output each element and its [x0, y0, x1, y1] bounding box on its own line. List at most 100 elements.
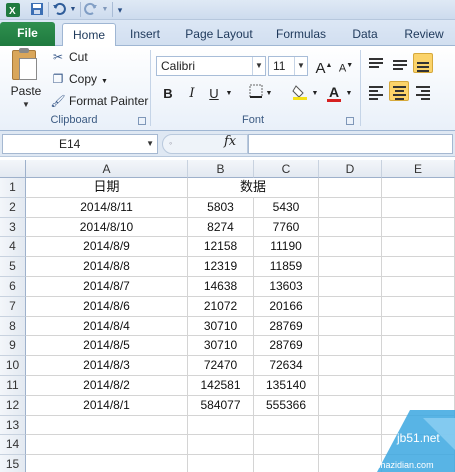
- cell-d10[interactable]: [319, 356, 382, 376]
- fill-color-dropdown-icon[interactable]: ▼: [310, 84, 320, 104]
- row-header-4[interactable]: 4: [0, 237, 26, 258]
- row-header-5[interactable]: 5: [0, 257, 26, 277]
- cell-d12[interactable]: [319, 395, 382, 416]
- tab-page-layout[interactable]: Page Layout: [180, 23, 258, 46]
- align-middle-icon[interactable]: [390, 54, 410, 74]
- underline-dropdown-icon[interactable]: ▼: [224, 84, 234, 104]
- row-header-7[interactable]: 7: [0, 296, 26, 317]
- cell-d2[interactable]: [319, 197, 382, 218]
- column-header-d[interactable]: D: [319, 160, 382, 178]
- copy-dropdown-icon[interactable]: ▼: [101, 78, 108, 85]
- cell-d5[interactable]: [319, 257, 382, 277]
- cell-c2[interactable]: 5430: [254, 197, 319, 218]
- cell-a2[interactable]: 2014/8/11: [26, 197, 188, 218]
- cell-c3[interactable]: 7760: [254, 217, 319, 238]
- cell-b11[interactable]: 142581: [188, 376, 254, 396]
- cell-e11[interactable]: [382, 376, 455, 396]
- cell-a7[interactable]: 2014/8/6: [26, 296, 188, 317]
- cell-b4[interactable]: 12158: [188, 237, 254, 258]
- cell-a13[interactable]: [26, 415, 188, 436]
- cell-c13[interactable]: [254, 415, 319, 436]
- cell-b10[interactable]: 72470: [188, 356, 254, 376]
- cut-button[interactable]: ✂ Cut: [50, 48, 88, 66]
- cell-b9[interactable]: 30710: [188, 336, 254, 357]
- cell-d8[interactable]: [319, 316, 382, 337]
- cell-a5[interactable]: 2014/8/8: [26, 257, 188, 277]
- cell-e14[interactable]: [382, 435, 455, 456]
- customize-toolbar-icon[interactable]: ▾: [114, 2, 126, 18]
- underline-button[interactable]: U: [204, 84, 224, 104]
- name-box[interactable]: E14 ▼: [2, 134, 158, 154]
- tab-data[interactable]: Data: [342, 23, 388, 46]
- row-header-3[interactable]: 3: [0, 217, 26, 238]
- cell-b5[interactable]: 12319: [188, 257, 254, 277]
- cell-d15[interactable]: [319, 455, 382, 472]
- column-header-c[interactable]: C: [254, 160, 319, 178]
- cell-b15[interactable]: [188, 455, 254, 472]
- cell-b2[interactable]: 5803: [188, 197, 254, 218]
- row-header-10[interactable]: 10: [0, 356, 26, 376]
- cell-d3[interactable]: [319, 217, 382, 238]
- cell-c12[interactable]: 555366: [254, 395, 319, 416]
- row-header-9[interactable]: 9: [0, 336, 26, 357]
- tab-file[interactable]: File: [0, 22, 55, 46]
- format-painter-button[interactable]: 🖌 Format Painter: [50, 92, 148, 110]
- cell-c15[interactable]: [254, 455, 319, 472]
- cell-e6[interactable]: [382, 277, 455, 297]
- formula-input[interactable]: [248, 134, 453, 154]
- cell-c6[interactable]: 13603: [254, 277, 319, 297]
- tab-insert[interactable]: Insert: [120, 23, 170, 46]
- cell-a1[interactable]: 日期: [26, 178, 188, 198]
- undo-dropdown-icon[interactable]: ▼: [68, 2, 78, 18]
- cell-a12[interactable]: 2014/8/1: [26, 395, 188, 416]
- font-color-button[interactable]: A: [324, 82, 344, 102]
- row-header-2[interactable]: 2: [0, 197, 26, 218]
- cell-c11[interactable]: 135140: [254, 376, 319, 396]
- cell-a11[interactable]: 2014/8/2: [26, 376, 188, 396]
- cell-e10[interactable]: [382, 356, 455, 376]
- cell-a10[interactable]: 2014/8/3: [26, 356, 188, 376]
- cell-a15[interactable]: [26, 455, 188, 472]
- fill-color-button[interactable]: [290, 84, 310, 104]
- cell-b14[interactable]: [188, 435, 254, 456]
- name-box-dropdown-icon[interactable]: ▼: [146, 135, 154, 153]
- row-header-8[interactable]: 8: [0, 316, 26, 337]
- cell-d4[interactable]: [319, 237, 382, 258]
- cell-c5[interactable]: 11859: [254, 257, 319, 277]
- redo-dropdown-icon[interactable]: ▼: [100, 2, 110, 18]
- row-header-14[interactable]: 14: [0, 435, 26, 456]
- paste-button[interactable]: Paste ▼: [6, 48, 42, 110]
- cell-b12[interactable]: 584077: [188, 395, 254, 416]
- undo-icon[interactable]: [50, 2, 68, 18]
- align-left-icon[interactable]: [366, 82, 386, 102]
- cell-a4[interactable]: 2014/8/9: [26, 237, 188, 258]
- cell-c8[interactable]: 28769: [254, 316, 319, 337]
- cell-b8[interactable]: 30710: [188, 316, 254, 337]
- cell-e3[interactable]: [382, 217, 455, 238]
- italic-button[interactable]: I: [182, 84, 202, 104]
- shrink-font-button[interactable]: A▼: [336, 56, 356, 76]
- select-all-button[interactable]: [0, 160, 26, 178]
- cell-d1[interactable]: [319, 178, 382, 198]
- cell-e5[interactable]: [382, 257, 455, 277]
- borders-button[interactable]: [246, 84, 266, 104]
- excel-icon[interactable]: X: [2, 2, 24, 18]
- cell-c14[interactable]: [254, 435, 319, 456]
- cell-d13[interactable]: [319, 415, 382, 436]
- cell-a8[interactable]: 2014/8/4: [26, 316, 188, 337]
- clipboard-launcher-icon[interactable]: [138, 117, 146, 125]
- insert-function-button[interactable]: fx: [224, 134, 236, 149]
- cell-e4[interactable]: [382, 237, 455, 258]
- align-bottom-icon[interactable]: [413, 53, 433, 73]
- cell-b1[interactable]: 数据: [188, 178, 319, 198]
- cell-c9[interactable]: 28769: [254, 336, 319, 357]
- cell-c10[interactable]: 72634: [254, 356, 319, 376]
- cell-a14[interactable]: [26, 435, 188, 456]
- align-right-icon[interactable]: [413, 82, 433, 102]
- font-name-dropdown-icon[interactable]: ▼: [252, 57, 265, 75]
- copy-button[interactable]: ❐ Copy ▼: [50, 70, 108, 88]
- cell-e9[interactable]: [382, 336, 455, 357]
- bold-button[interactable]: B: [158, 84, 178, 104]
- column-header-a[interactable]: A: [26, 160, 188, 178]
- cell-c4[interactable]: 11190: [254, 237, 319, 258]
